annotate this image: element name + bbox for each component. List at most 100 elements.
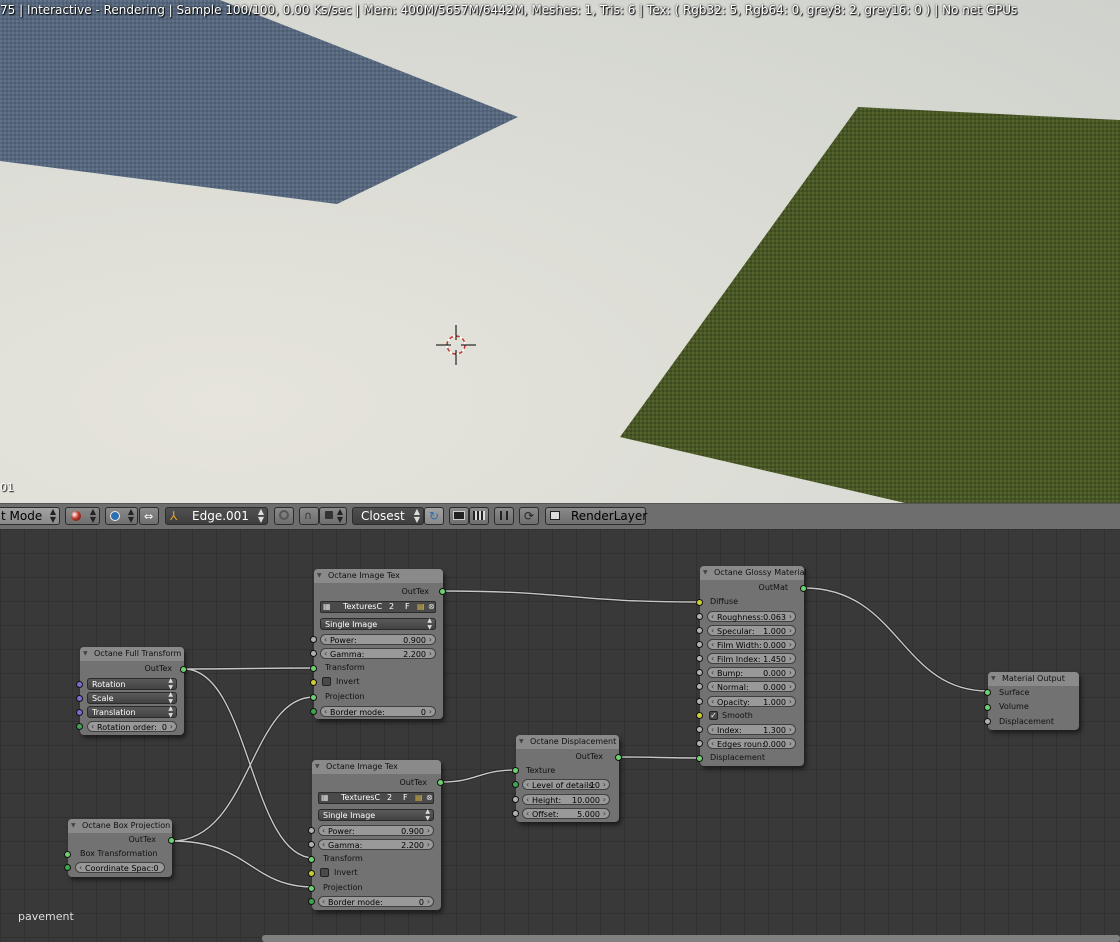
- opacity-socket[interactable]: [696, 698, 703, 705]
- translation-socket[interactable]: [76, 709, 83, 716]
- fake-user-button[interactable]: F: [403, 793, 408, 803]
- node-full-transform[interactable]: Octane Full Transform OutTex Rotation▲▼ …: [76, 647, 187, 735]
- manipulator-toggle[interactable]: ⇔: [139, 507, 159, 525]
- scale-dropdown[interactable]: Scale ▲ ▼: [87, 691, 177, 705]
- node-material-output[interactable]: Material Output Surface Volume Displacem…: [984, 672, 1079, 730]
- displacement-socket[interactable]: [696, 755, 703, 762]
- uv-map-selector[interactable]: ⅄ Edge.001 ▲ ▼: [165, 507, 268, 525]
- surface-socket[interactable]: [984, 689, 991, 696]
- normal-field[interactable]: Normal: 0.000›: [707, 681, 796, 692]
- output-socket[interactable]: [615, 754, 622, 761]
- rotation-order-field[interactable]: Rotation order: 0›: [87, 721, 177, 732]
- proportional-edit-button[interactable]: [274, 507, 294, 525]
- coordinate-space-socket[interactable]: [64, 864, 71, 871]
- film-index-field[interactable]: Film Index:1.450›: [707, 653, 796, 664]
- pivot-selector[interactable]: ▲ ▼: [105, 507, 138, 525]
- border-mode-socket[interactable]: [310, 708, 317, 715]
- node-displacement[interactable]: Octane Displacement OutTex Texture Level…: [512, 735, 622, 822]
- image-mode-dropdown[interactable]: Single Image ▲ ▼: [318, 808, 434, 822]
- output-socket[interactable]: [180, 666, 187, 673]
- level-of-details-field[interactable]: Level of details:10›: [522, 779, 610, 790]
- height-field[interactable]: Height: 10.000›: [522, 794, 610, 805]
- index-field[interactable]: Index: 1.300›: [707, 724, 796, 735]
- texture-datablock[interactable]: ▦ TexturesC 2 F ▤ ⊗: [320, 601, 436, 613]
- output-socket[interactable]: [168, 837, 175, 844]
- edges-rounding-field[interactable]: Edges roun:0.000›: [707, 738, 796, 749]
- texture-socket[interactable]: [512, 767, 519, 774]
- viewport-shading-button[interactable]: ▲ ▼: [65, 507, 100, 525]
- texture-name[interactable]: TexturesC: [341, 793, 380, 803]
- power-socket[interactable]: [308, 827, 315, 834]
- output-socket[interactable]: [439, 588, 446, 595]
- index-socket[interactable]: [696, 726, 703, 733]
- 3d-viewport[interactable]: 75 | Interactive - Rendering | Sample 10…: [0, 0, 1120, 503]
- edges-rounding-socket[interactable]: [696, 740, 703, 747]
- rotation-socket[interactable]: [76, 681, 83, 688]
- level-of-details-socket[interactable]: [512, 781, 519, 788]
- specular-socket[interactable]: [696, 627, 703, 634]
- roughness-field[interactable]: Roughness:0.063›: [707, 611, 796, 622]
- opacity-field[interactable]: Opacity: 1.000›: [707, 696, 796, 707]
- node-image-tex-1[interactable]: Octane Image Tex OutTex ▦ TexturesC 2 F …: [310, 569, 446, 719]
- texture-datablock[interactable]: ▦ TexturesC 2 F ▤ ⊗: [318, 792, 434, 804]
- snap-target-selector[interactable]: Closest ▲ ▼: [352, 507, 424, 525]
- normal-socket[interactable]: [696, 683, 703, 690]
- rotation-order-socket[interactable]: [76, 723, 83, 730]
- transform-socket[interactable]: [308, 856, 315, 863]
- 3d-cursor-icon[interactable]: [436, 325, 476, 365]
- film-width-field[interactable]: Film Width:0.000›: [707, 639, 796, 650]
- snap-toggle[interactable]: ∩: [299, 507, 319, 525]
- invert-socket[interactable]: [308, 870, 315, 877]
- scale-socket[interactable]: [76, 695, 83, 702]
- coordinate-space-field[interactable]: Coordinate Spac:0: [75, 862, 165, 873]
- projection-socket[interactable]: [310, 694, 317, 701]
- height-socket[interactable]: [512, 796, 519, 803]
- render-image-button[interactable]: [449, 507, 469, 525]
- bump-field[interactable]: Bump: 0.000›: [707, 667, 796, 678]
- smooth-checkbox[interactable]: ✓: [709, 711, 718, 720]
- transform-socket[interactable]: [310, 665, 317, 672]
- projection-socket[interactable]: [308, 885, 315, 892]
- translation-dropdown[interactable]: Translation ▲ ▼: [87, 705, 177, 719]
- refresh-button[interactable]: ⟳: [519, 507, 539, 525]
- close-icon[interactable]: ⊗: [428, 602, 435, 612]
- film-width-socket[interactable]: [696, 641, 703, 648]
- close-icon[interactable]: ⊗: [426, 793, 433, 803]
- border-mode-field[interactable]: Border mode: 0›: [318, 896, 434, 907]
- align-rotation-button[interactable]: ↻: [424, 507, 444, 525]
- rotation-dropdown[interactable]: Rotation ▲ ▼: [87, 677, 177, 691]
- box-transformation-socket[interactable]: [64, 851, 71, 858]
- border-mode-socket[interactable]: [308, 898, 315, 905]
- volume-socket[interactable]: [984, 704, 991, 711]
- texture-name[interactable]: TexturesC: [343, 602, 382, 612]
- horizontal-scrollbar[interactable]: [262, 935, 1120, 942]
- bump-socket[interactable]: [696, 669, 703, 676]
- displacement-socket[interactable]: [984, 718, 991, 725]
- specular-field[interactable]: Specular: 1.000›: [707, 625, 796, 636]
- output-socket[interactable]: [800, 585, 807, 592]
- invert-checkbox[interactable]: [320, 868, 329, 877]
- node-editor[interactable]: Octane Full Transform OutTex Rotation▲▼ …: [0, 529, 1120, 942]
- fake-user-button[interactable]: F: [405, 602, 410, 612]
- node-box-projection[interactable]: Octane Box Projection OutTex Box Transfo…: [64, 819, 175, 877]
- power-field[interactable]: Power: 0.900›: [318, 825, 434, 836]
- invert-checkbox[interactable]: [322, 677, 331, 686]
- smooth-socket[interactable]: [696, 712, 703, 719]
- gamma-field[interactable]: Gamma: 2.200›: [318, 839, 434, 850]
- diffuse-socket[interactable]: [696, 599, 703, 606]
- mode-selector[interactable]: t Mode ▲ ▼: [0, 507, 60, 525]
- offset-field[interactable]: Offset: 5.000›: [522, 808, 610, 819]
- power-socket[interactable]: [310, 636, 317, 643]
- roughness-socket[interactable]: [696, 613, 703, 620]
- output-socket[interactable]: [437, 779, 444, 786]
- render-animation-button[interactable]: [469, 507, 489, 525]
- offset-socket[interactable]: [512, 810, 519, 817]
- border-mode-field[interactable]: Border mode: 0›: [320, 706, 436, 717]
- film-index-socket[interactable]: [696, 655, 703, 662]
- gamma-field[interactable]: Gamma: 2.200›: [320, 648, 436, 659]
- snap-element-selector[interactable]: ▲ ▼: [319, 507, 347, 525]
- invert-socket[interactable]: [310, 679, 317, 686]
- gamma-socket[interactable]: [310, 650, 317, 657]
- open-image-icon[interactable]: ▤: [417, 602, 425, 612]
- node-image-tex-2[interactable]: Octane Image Tex OutTex ▦ TexturesC 2 F …: [308, 760, 444, 910]
